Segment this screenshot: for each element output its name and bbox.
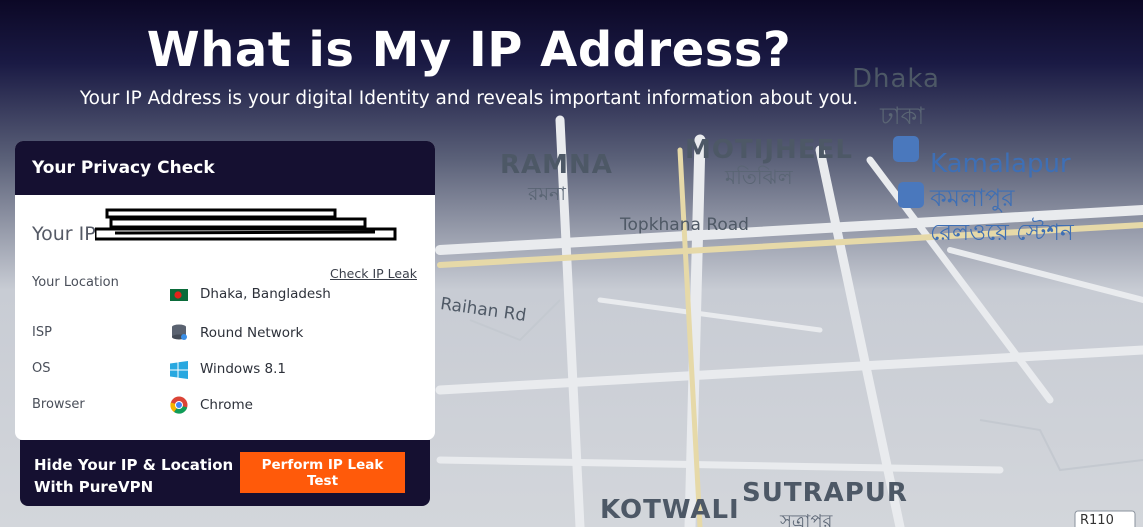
ip-redaction-scribble: [95, 208, 397, 241]
map-label-ramna: RAMNA: [500, 150, 613, 180]
database-icon: [172, 324, 187, 340]
map-road-code: R110: [1080, 513, 1114, 527]
map-label-ramna-bn: রমনা: [528, 183, 566, 205]
isp-label: ISP: [32, 325, 52, 340]
os-label: OS: [32, 361, 51, 376]
map-label-motijheel-bn: মতিঝিল: [725, 165, 793, 189]
windows-icon: [170, 361, 188, 379]
cta-text-line2: With PureVPN: [34, 478, 154, 496]
metro-station-icon: [893, 136, 919, 162]
purevpn-cta-bar: Hide Your IP & Location With PureVPN Per…: [20, 440, 430, 506]
location-value: Dhaka, Bangladesh: [200, 286, 331, 302]
page-title: What is My IP Address?: [146, 22, 792, 78]
check-ip-leak-link[interactable]: Check IP Leak: [330, 266, 417, 281]
your-ip-label: Your IP: [32, 223, 96, 245]
map-label-kotwali: KOTWALI: [600, 495, 740, 525]
rail-station-icon: [898, 182, 924, 208]
location-label: Your Location: [32, 275, 119, 290]
isp-value: Round Network: [200, 325, 304, 341]
cta-text-line1: Hide Your IP & Location: [34, 456, 234, 474]
cta-text: Hide Your IP & Location With PureVPN: [34, 454, 233, 498]
map-label-railway-station-bn: রেলওয়ে স্টেশন: [930, 220, 1074, 246]
browser-value: Chrome: [200, 397, 253, 413]
perform-ip-leak-test-button[interactable]: Perform IP Leak Test: [240, 452, 405, 493]
map-label-sutrapur: SUTRAPUR: [742, 478, 908, 508]
privacy-check-card: Your Privacy Check Your IP Check IP Leak…: [15, 141, 435, 440]
card-title: Your Privacy Check: [15, 141, 435, 195]
page-subtitle: Your IP Address is your digital Identity…: [79, 88, 859, 109]
map-label-kamalapur: Kamalapur: [930, 149, 1071, 179]
map-label-sutrapur-bn: সূত্রাপুর: [780, 511, 833, 527]
chrome-icon: [170, 396, 188, 414]
browser-label: Browser: [32, 397, 85, 412]
bangladesh-flag-icon: [170, 289, 188, 301]
os-value: Windows 8.1: [200, 361, 287, 377]
map-label-motijheel: MOTIJHEEL: [685, 135, 853, 165]
map-label-topkhana-road: Topkhana Road: [620, 215, 749, 235]
